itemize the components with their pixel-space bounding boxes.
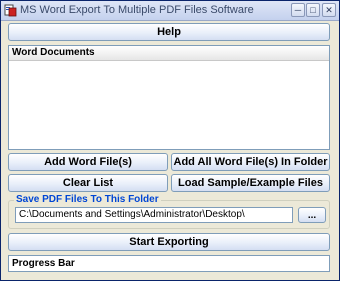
- browse-folder-button[interactable]: ...: [298, 207, 326, 223]
- close-button[interactable]: ✕: [322, 3, 336, 17]
- minimize-icon: ─: [294, 4, 302, 15]
- app-icon: [4, 4, 17, 17]
- help-button[interactable]: Help: [8, 23, 330, 41]
- clear-list-button[interactable]: Clear List: [8, 174, 168, 192]
- add-word-files-button[interactable]: Add Word File(s): [8, 153, 168, 171]
- start-exporting-button[interactable]: Start Exporting: [8, 233, 330, 251]
- title-bar[interactable]: MS Word Export To Multiple PDF Files Sof…: [1, 1, 339, 21]
- save-folder-label: Save PDF Files To This Folder: [14, 194, 161, 205]
- minimize-button[interactable]: ─: [291, 3, 305, 17]
- word-documents-list[interactable]: Word Documents: [8, 45, 330, 150]
- app-window: MS Word Export To Multiple PDF Files Sof…: [0, 0, 340, 281]
- word-documents-header: Word Documents: [9, 46, 329, 61]
- add-all-word-files-in-folder-button[interactable]: Add All Word File(s) In Folder: [171, 153, 330, 171]
- save-folder-path-input[interactable]: C:\Documents and Settings\Administrator\…: [15, 207, 293, 223]
- maximize-icon: □: [310, 4, 316, 15]
- progress-bar: Progress Bar: [8, 255, 330, 272]
- close-icon: ✕: [325, 4, 333, 15]
- window-title: MS Word Export To Multiple PDF Files Sof…: [20, 4, 254, 16]
- load-sample-files-button[interactable]: Load Sample/Example Files: [171, 174, 330, 192]
- save-folder-group: Save PDF Files To This Folder C:\Documen…: [8, 194, 330, 229]
- maximize-button[interactable]: □: [306, 3, 320, 17]
